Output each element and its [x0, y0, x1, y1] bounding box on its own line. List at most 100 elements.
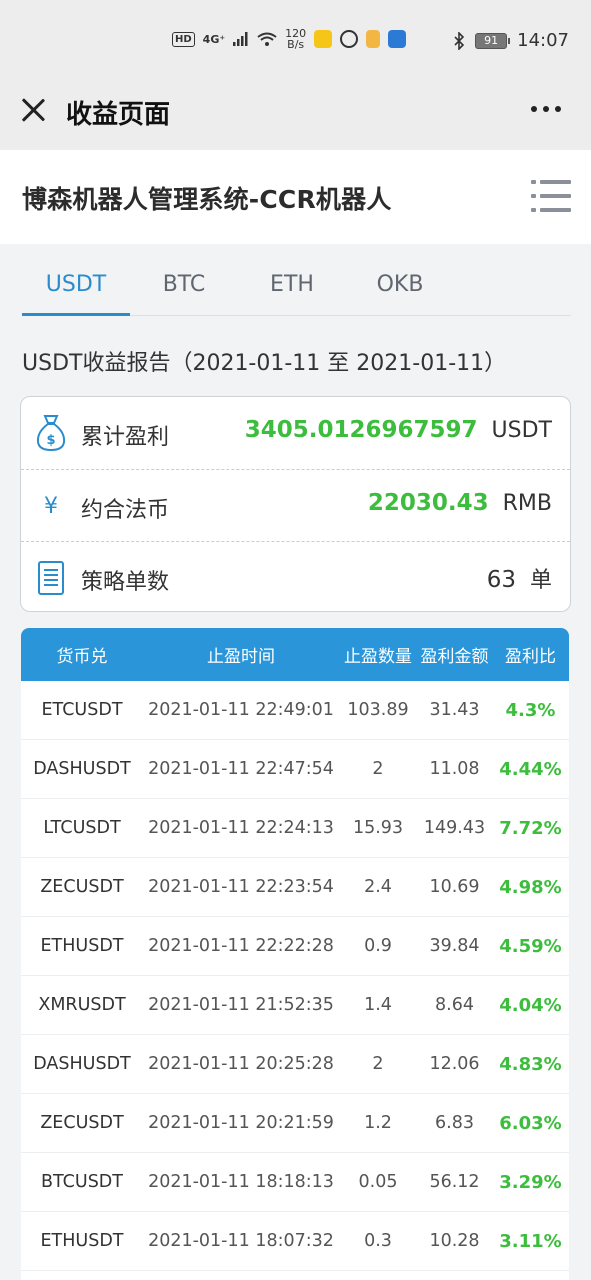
fiat-unit: RMB — [502, 491, 552, 516]
cell-amount: 149.43 — [423, 818, 486, 838]
tab-eth[interactable]: ETH — [238, 244, 346, 315]
cell-amount: 11.08 — [429, 759, 480, 779]
header-pair: 货币兑 — [56, 647, 108, 667]
cell-quantity: 2.4 — [364, 877, 392, 897]
cell-quantity: 1.4 — [364, 995, 392, 1015]
table-row: DASHUSDT 2021-01-11 20:25:28 2 12.06 4.83% — [21, 1035, 569, 1094]
cell-pair: ETCUSDT — [41, 700, 123, 720]
cell-amount: 10.28 — [429, 1231, 480, 1251]
more-icon[interactable] — [531, 106, 561, 112]
orders-label: 策略单数 — [81, 570, 170, 595]
table-row: BTCUSDT 2021-01-11 18:18:13 0.05 56.12 3.29% — [21, 1153, 569, 1212]
cell-ratio: 4.59% — [499, 935, 562, 957]
cell-ratio: 4.98% — [499, 876, 562, 898]
battery-icon: 91 — [475, 32, 511, 49]
table-header: 货币兑 止盈时间 止盈数量 盈利金额 盈利比 — [21, 628, 569, 681]
cell-amount: 8.64 — [435, 995, 474, 1015]
status-bar: HD 4G⁺ 120 B/s 91 14:07 — [0, 0, 591, 80]
status-indicators: HD 4G⁺ 120 B/s — [172, 28, 407, 50]
table-row: ZECUSDT 2021-01-11 20:21:59 1.2 6.83 6.03% — [21, 1094, 569, 1153]
cell-quantity: 2 — [372, 759, 384, 779]
cell-quantity: 15.93 — [352, 818, 404, 838]
cell-amount: 56.12 — [429, 1172, 480, 1192]
report-title: USDT收益报告（2021-01-11 至 2021-01-11） — [22, 351, 507, 376]
profit-value-wrap: 3405.0126967597 USDT — [245, 417, 552, 443]
cell-ratio: 4.44% — [499, 758, 562, 780]
profit-label: 累计盈利 — [81, 425, 170, 450]
cell-ratio: 6.03% — [499, 1112, 562, 1134]
cell-pair: XMRUSDT — [38, 995, 126, 1015]
cell-ratio: 4.83% — [499, 1053, 562, 1075]
title-bar: 收益页面 — [0, 80, 591, 150]
cell-quantity: 103.89 — [347, 700, 409, 720]
cell-time: 2021-01-11 20:25:28 — [148, 1054, 334, 1074]
tab-usdt[interactable]: USDT — [22, 244, 130, 316]
signal-icon — [233, 32, 248, 46]
cell-ratio: 4.04% — [499, 994, 562, 1016]
mail-app-icon — [314, 30, 333, 48]
cell-quantity: 0.9 — [364, 936, 392, 956]
summary-card: $ 累计盈利 3405.0126967597 USDT ¥ 约合法币 22030… — [20, 396, 571, 612]
wifi-icon — [257, 32, 277, 46]
header-time: 止盈时间 — [207, 647, 275, 667]
cell-pair: LTCUSDT — [43, 818, 121, 838]
hd-badge: HD — [172, 31, 195, 47]
cell-time: 2021-01-11 22:47:54 — [148, 759, 334, 779]
summary-row-fiat: ¥ 约合法币 22030.43 RMB — [21, 469, 570, 541]
cell-pair: BTCUSDT — [41, 1172, 123, 1192]
clock: 14:07 — [517, 30, 569, 51]
page-title: 收益页面 — [66, 100, 171, 130]
cell-ratio: 3.29% — [499, 1171, 562, 1193]
cell-pair: ZECUSDT — [40, 1113, 124, 1133]
news-app-icon — [388, 30, 407, 48]
menu-icon[interactable] — [531, 180, 571, 214]
header-ratio: 盈利比 — [505, 647, 556, 667]
table-row: ETCUSDT 2021-01-11 22:49:01 103.89 31.43 4.3… — [21, 681, 569, 740]
orders-value: 63 — [486, 567, 516, 593]
tab-okb[interactable]: OKB — [346, 244, 454, 315]
profit-table: 货币兑 止盈时间 止盈数量 盈利金额 盈利比 ETCUSDT 2021-01-11… — [21, 628, 569, 1280]
header-amount: 盈利金额 — [420, 647, 489, 667]
bluetooth-icon — [454, 31, 465, 50]
fiat-value: 22030.43 — [367, 490, 489, 516]
app-header: 博森机器人管理系统-CCR机器人 — [0, 150, 591, 244]
cell-pair: ETHUSDT — [40, 1231, 124, 1251]
svg-text:$: $ — [46, 433, 55, 448]
fiat-value-wrap: 22030.43 RMB — [368, 490, 552, 516]
cell-pair: ZECUSDT — [40, 877, 124, 897]
table-body: ETCUSDT 2021-01-11 22:49:01 103.89 31.43 4.3… — [21, 681, 569, 1271]
cell-ratio: 4.3% — [505, 699, 556, 721]
table-row: XMRUSDT 2021-01-11 21:52:35 1.4 8.64 4.04% — [21, 976, 569, 1035]
status-right: 91 14:07 — [453, 30, 569, 51]
table-row: DASHUSDT 2021-01-11 22:47:54 2 11.08 4.44% — [21, 740, 569, 799]
yuan-symbol: ¥ — [44, 493, 58, 519]
tab-btc[interactable]: BTC — [130, 244, 238, 315]
table-row: ZECUSDT 2021-01-11 22:23:54 2.4 10.69 4.98% — [21, 858, 569, 917]
table-row: LTCUSDT 2021-01-11 22:24:13 15.93 149.43 7.7… — [21, 799, 569, 858]
cell-time: 2021-01-11 22:22:28 — [148, 936, 334, 956]
cell-ratio: 7.72% — [499, 817, 562, 839]
close-icon[interactable] — [20, 97, 46, 123]
chick-app-icon — [366, 30, 381, 48]
profit-value: 3405.0126967597 — [244, 417, 478, 443]
cell-quantity: 1.2 — [364, 1113, 392, 1133]
header-quantity: 止盈数量 — [344, 647, 412, 667]
profit-unit: USDT — [491, 418, 552, 443]
cell-ratio: 3.11% — [499, 1230, 562, 1252]
summary-row-profit: $ 累计盈利 3405.0126967597 USDT — [21, 397, 570, 469]
cell-quantity: 0.3 — [364, 1231, 392, 1251]
battery-level: 91 — [484, 33, 499, 47]
shield-app-icon — [340, 30, 359, 48]
cell-time: 2021-01-11 20:21:59 — [148, 1113, 334, 1133]
cell-time: 2021-01-11 21:52:35 — [148, 995, 334, 1015]
orders-unit: 单 — [529, 568, 552, 593]
net-speed: 120 B/s — [285, 28, 306, 50]
cell-time: 2021-01-11 22:23:54 — [148, 877, 334, 897]
cell-pair: ETHUSDT — [40, 936, 124, 956]
cell-amount: 31.43 — [429, 700, 480, 720]
net-speed-unit: B/s — [287, 38, 305, 51]
summary-row-orders: 策略单数 63 单 — [21, 541, 570, 613]
cell-time: 2021-01-11 22:24:13 — [148, 818, 334, 838]
cell-amount: 12.06 — [429, 1054, 480, 1074]
cell-time: 2021-01-11 18:18:13 — [148, 1172, 334, 1192]
